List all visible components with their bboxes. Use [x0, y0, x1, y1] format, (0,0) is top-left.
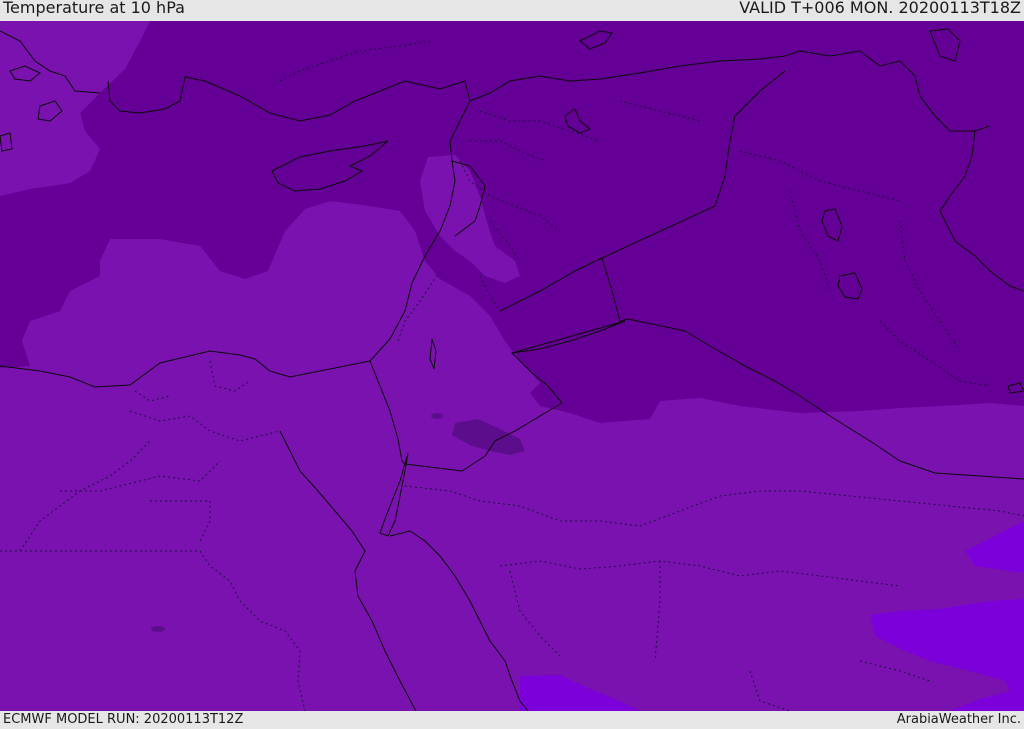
temperature-map[interactable]	[0, 21, 1024, 711]
map-canvas	[0, 21, 1024, 711]
title-bar: Temperature at 10 hPa VALID T+006 MON. 2…	[0, 0, 1024, 21]
temperature-cell-small-south	[151, 626, 165, 632]
valid-time: VALID T+006 MON. 20200113T18Z	[739, 0, 1021, 17]
credit-label: ArabiaWeather Inc.	[896, 712, 1021, 727]
model-run-label: ECMWF MODEL RUN: 20200113T12Z	[3, 712, 244, 727]
temperature-cell-small	[431, 413, 443, 419]
footer-bar: ECMWF MODEL RUN: 20200113T12Z ArabiaWeat…	[0, 711, 1024, 729]
map-title: Temperature at 10 hPa	[3, 0, 185, 17]
